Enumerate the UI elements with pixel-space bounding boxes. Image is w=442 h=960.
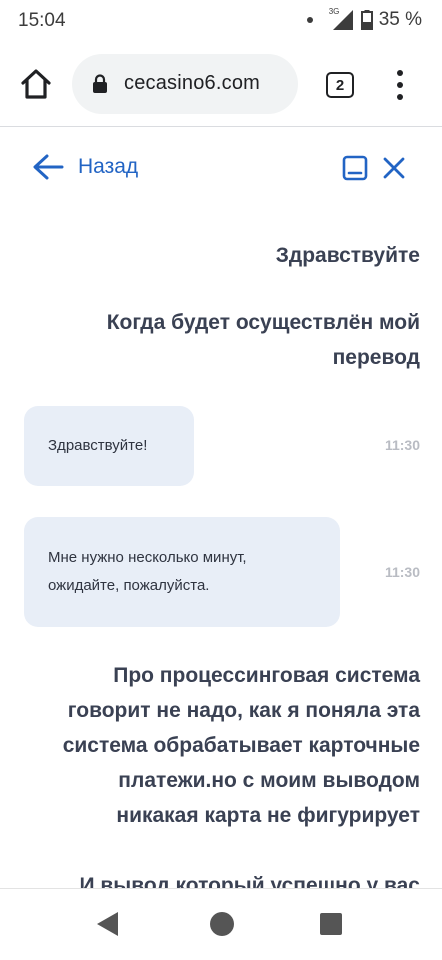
status-icons: 3G 35 % (306, 7, 422, 31)
system-navigation-bar (0, 889, 442, 960)
chat-header: Назад (0, 127, 442, 209)
minimize-chat-icon[interactable] (342, 155, 368, 181)
battery-status: 35 % (360, 9, 422, 31)
nav-home-icon[interactable] (210, 912, 234, 936)
outgoing-message: Когда будет осуществлён мой перевод (106, 311, 420, 369)
nav-back-icon[interactable] (96, 911, 120, 937)
back-arrow-icon[interactable] (32, 153, 64, 181)
address-bar[interactable]: cecasino6.com (72, 54, 298, 114)
outgoing-message: Про процессинговая система говорит не на… (62, 664, 420, 827)
message-time: 11:30 (384, 437, 420, 453)
home-icon[interactable] (18, 66, 54, 102)
incoming-message-bubble: Здравствуйте! (24, 406, 194, 486)
battery-icon (360, 10, 373, 30)
more-vert-icon[interactable] (390, 70, 410, 100)
tab-count: 2 (335, 76, 345, 94)
status-bar: 15:04 3G 35 % (0, 0, 442, 42)
incoming-message-text: Мне нужно несколько минут, ожидайте, пож… (48, 549, 247, 594)
tab-switcher-button[interactable]: 2 (326, 72, 354, 98)
nav-recents-icon[interactable] (320, 913, 342, 935)
notification-dot-icon (306, 17, 313, 23)
incoming-message-text: Здравствуйте! (48, 437, 148, 454)
close-icon[interactable] (382, 156, 406, 180)
browser-toolbar: cecasino6.com 2 (0, 42, 442, 126)
incoming-message-bubble: Мне нужно несколько минут, ожидайте, пож… (24, 517, 340, 627)
lock-icon (93, 74, 107, 93)
outgoing-message: Здравствуйте (275, 244, 420, 267)
battery-percent: 35 % (378, 9, 422, 30)
back-button[interactable]: Назад (78, 155, 138, 179)
status-time: 15:04 (18, 10, 66, 31)
signal-icon: 3G (329, 7, 353, 30)
message-time: 11:30 (384, 564, 420, 580)
url-text: cecasino6.com (124, 72, 260, 94)
